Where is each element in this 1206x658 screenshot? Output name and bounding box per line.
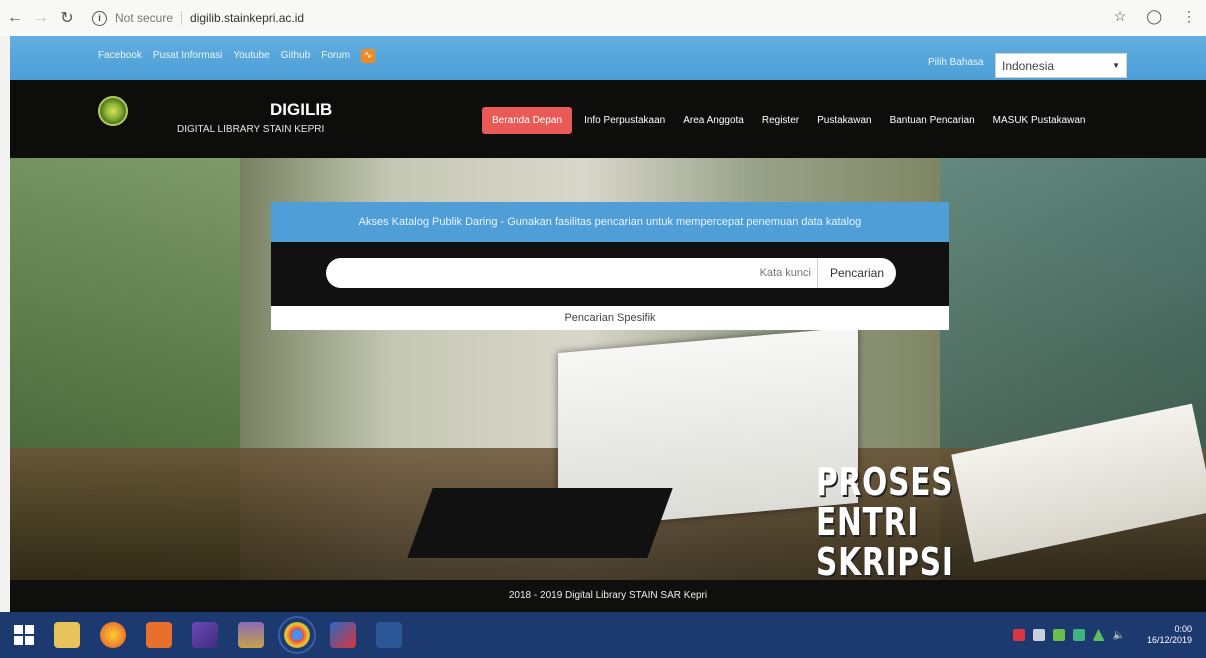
system-tray: 🔈 0:00 16/12/2019	[1012, 624, 1192, 646]
menu-area-anggota[interactable]: Area Anggota	[683, 115, 744, 126]
logo-icon[interactable]	[98, 96, 128, 126]
main-menu: Beranda Depan Info Perpustakaan Area Ang…	[482, 107, 1103, 134]
firefox-icon[interactable]	[100, 622, 126, 648]
link-facebook[interactable]: Facebook	[98, 50, 142, 64]
menu-dots-icon[interactable]: ⋮	[1182, 8, 1196, 25]
link-forum[interactable]: Forum	[321, 50, 350, 64]
os-taskbar: 🔈 0:00 16/12/2019	[0, 612, 1206, 658]
forward-icon[interactable]: →	[30, 9, 52, 27]
address-separator	[181, 11, 183, 25]
info-icon[interactable]: i	[92, 10, 107, 26]
language-select[interactable]: Indonesia ▼	[995, 53, 1127, 78]
social-topbar: Facebook Pusat Informasi Youtube Github …	[10, 36, 1206, 80]
search-box: Pencarian	[326, 258, 896, 288]
menu-pustakawan[interactable]: Pustakawan	[817, 115, 871, 126]
language-label: Pilih Bahasa	[928, 57, 984, 68]
word-icon[interactable]	[376, 622, 402, 648]
overlay-line-3: SKRIPSI	[816, 540, 954, 580]
taskbar-clock[interactable]: 0:00 16/12/2019	[1147, 624, 1192, 646]
search-input[interactable]	[326, 266, 817, 280]
search-body: Pencarian	[271, 242, 949, 306]
chrome-icon[interactable]	[278, 616, 316, 654]
overlay-line-1: PROSES	[816, 460, 954, 504]
menu-masuk-pustakawan[interactable]: MASUK Pustakawan	[993, 115, 1086, 126]
language-selected: Indonesia	[1002, 58, 1055, 73]
rss-icon[interactable]: ∿	[361, 49, 376, 63]
file-explorer-icon[interactable]	[54, 622, 80, 648]
not-secure-label: Not secure	[115, 11, 174, 25]
url-text[interactable]: digilib.stainkepri.ac.id	[190, 11, 304, 25]
menu-info-perpustakaan[interactable]: Info Perpustakaan	[584, 115, 665, 126]
bookmark-star-icon[interactable]: ☆	[1114, 8, 1127, 25]
tray-security-icon[interactable]	[1072, 629, 1085, 641]
browser-toolbar: ← → ↻ i Not secure digilib.stainkepri.ac…	[0, 0, 1206, 36]
hero-overlay-text: PROSES ENTRI SKRIPSI	[816, 462, 954, 580]
search-button[interactable]: Pencarian	[816, 258, 896, 288]
tray-drive-icon[interactable]	[1092, 629, 1105, 641]
volume-icon[interactable]: 🔈	[1113, 630, 1125, 641]
clock-date: 16/12/2019	[1146, 635, 1192, 645]
visual-studio-icon[interactable]	[192, 622, 218, 648]
web-page: Facebook Pusat Informasi Youtube Github …	[10, 36, 1206, 612]
hero-banner: PROSES ENTRI SKRIPSI Akses Katalog Publi…	[10, 158, 1206, 580]
app-orange-icon[interactable]	[146, 622, 172, 648]
chevron-down-icon: ▼	[1112, 61, 1120, 70]
reload-icon[interactable]: ↻	[56, 8, 78, 28]
menu-bantuan-pencarian[interactable]: Bantuan Pencarian	[890, 115, 975, 126]
search-heading: Akses Katalog Publik Daring - Gunakan fa…	[271, 202, 949, 242]
site-title[interactable]: DIGILIB	[270, 100, 332, 120]
windows-start-icon[interactable]	[14, 625, 34, 645]
site-footer: 2018 - 2019 Digital Library STAIN SAR Ke…	[10, 580, 1206, 612]
hero-photo-keyboard	[407, 488, 673, 558]
catalog-search-panel: Akses Katalog Publik Daring - Gunakan fa…	[271, 202, 949, 334]
browser-actions: ☆ ◯ ⋮	[1114, 8, 1196, 25]
winrar-icon[interactable]	[238, 622, 264, 648]
overlay-line-2: ENTRI	[816, 500, 920, 544]
menu-beranda-depan[interactable]: Beranda Depan	[482, 107, 573, 134]
site-header: DIGILIB DIGITAL LIBRARY STAIN KEPRI Bera…	[10, 80, 1206, 158]
link-github[interactable]: Github	[281, 50, 310, 64]
address-bar[interactable]: i Not secure digilib.stainkepri.ac.id	[92, 10, 304, 26]
site-subtitle: DIGITAL LIBRARY STAIN KEPRI	[177, 124, 325, 135]
tray-app-icon[interactable]	[1012, 629, 1025, 641]
clock-time: 0:00	[1174, 624, 1192, 634]
social-links: Facebook Pusat Informasi Youtube Github …	[98, 49, 376, 64]
link-youtube[interactable]: Youtube	[233, 50, 269, 64]
back-icon[interactable]: ←	[4, 9, 26, 27]
extension-icon[interactable]: ◯	[1146, 8, 1162, 25]
menu-register[interactable]: Register	[762, 115, 799, 126]
link-pusat-informasi[interactable]: Pusat Informasi	[153, 50, 222, 64]
specific-search-link[interactable]: Pencarian Spesifik	[271, 306, 949, 330]
tray-flag-icon[interactable]	[1032, 629, 1045, 641]
app-arrow-icon[interactable]	[330, 622, 356, 648]
tray-network-icon[interactable]	[1052, 629, 1065, 641]
